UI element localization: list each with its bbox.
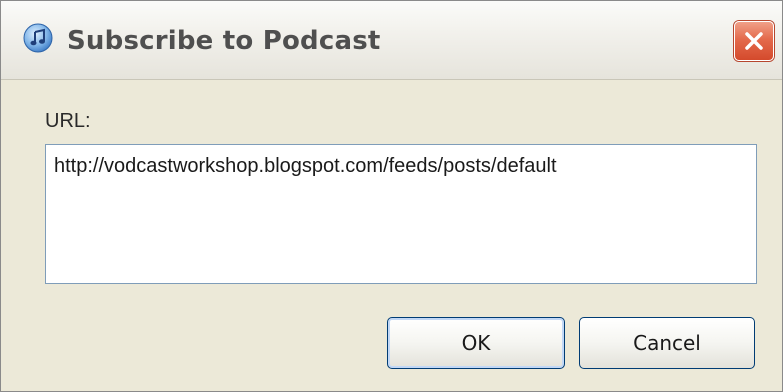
url-label: URL: — [45, 110, 91, 132]
url-input[interactable]: http://vodcastworkshop.blogspot.com/feed… — [45, 144, 757, 284]
close-button[interactable] — [734, 21, 774, 61]
ok-button[interactable]: OK — [387, 317, 565, 369]
dialog-body: URL: http://vodcastworkshop.blogspot.com… — [1, 80, 782, 391]
title-bar[interactable]: Subscribe to Podcast — [1, 1, 782, 80]
subscribe-dialog: Subscribe to Podcast URL: http://vodcast… — [0, 0, 783, 392]
itunes-icon — [23, 23, 53, 53]
window-title: Subscribe to Podcast — [67, 26, 381, 56]
cancel-button[interactable]: Cancel — [579, 317, 755, 369]
